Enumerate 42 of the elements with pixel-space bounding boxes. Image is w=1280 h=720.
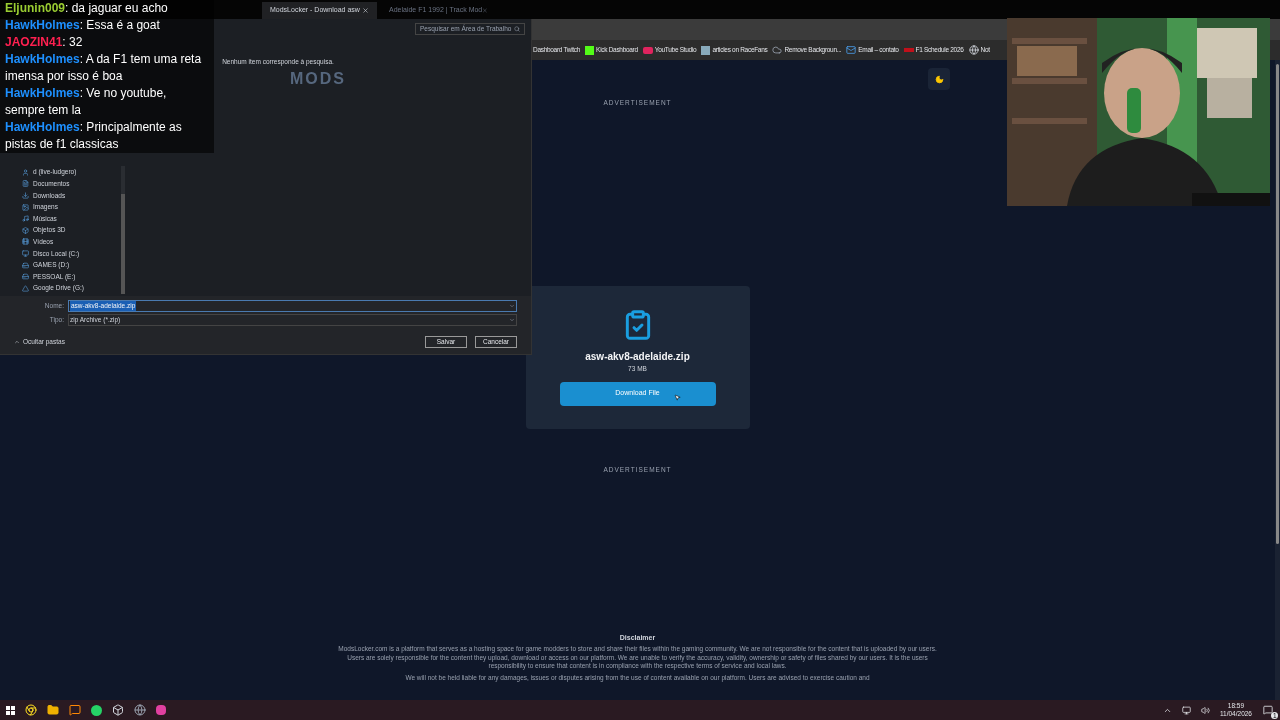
search-icon	[514, 26, 520, 32]
watermark-logo: MODS	[290, 68, 346, 89]
globe-icon	[968, 45, 979, 55]
volume-icon[interactable]	[1200, 705, 1210, 715]
chevron-up-icon	[14, 339, 20, 345]
drive-icon	[22, 273, 29, 281]
cloud-icon	[772, 45, 783, 55]
grid-icon	[701, 45, 711, 55]
chat-icon[interactable]	[69, 704, 81, 716]
mail-icon	[846, 45, 857, 55]
chat-message: HawkHolmes: A da F1 tem uma reta imensa por isso é boa	[5, 51, 203, 85]
cube-icon	[22, 226, 29, 234]
triangle-icon	[22, 284, 29, 292]
square-icon	[585, 45, 595, 55]
user-icon	[22, 168, 29, 176]
network-icon[interactable]	[1181, 705, 1191, 715]
start-icon[interactable]	[6, 705, 15, 715]
cube-icon[interactable]	[112, 704, 124, 716]
drive-icon	[22, 261, 29, 269]
file-name: asw-akv8-adelaide.zip	[585, 349, 690, 364]
document-icon	[22, 180, 29, 188]
notification-icon	[1263, 705, 1273, 715]
music-note-icon	[22, 215, 29, 223]
image-icon	[22, 203, 29, 211]
chat-message: JAOZIN41: 32	[5, 34, 84, 51]
chat-message: HawkHolmes: Principalmente as pistas de f1 classicas	[5, 119, 183, 153]
play-icon	[642, 46, 653, 54]
chat-message: Eljunin009: da jaguar eu acho	[5, 0, 169, 17]
film-icon	[22, 238, 29, 246]
moon-icon	[934, 74, 944, 84]
cursor-icon	[673, 393, 681, 401]
dropdown-icon	[509, 317, 515, 323]
chat-message: HawkHolmes: Essa é a goat	[5, 17, 161, 34]
theme-toggle[interactable]	[928, 68, 950, 90]
globe-icon[interactable]	[134, 704, 146, 716]
dropdown-icon	[509, 303, 515, 309]
chat-message: HawkHolmes: Ve no youtube, sempre tem la	[5, 85, 168, 119]
download-icon	[22, 191, 29, 199]
folder-icon[interactable]	[47, 704, 59, 716]
chrome-icon[interactable]	[25, 704, 37, 716]
monitor-icon	[22, 249, 29, 257]
flag-icon	[903, 48, 914, 52]
